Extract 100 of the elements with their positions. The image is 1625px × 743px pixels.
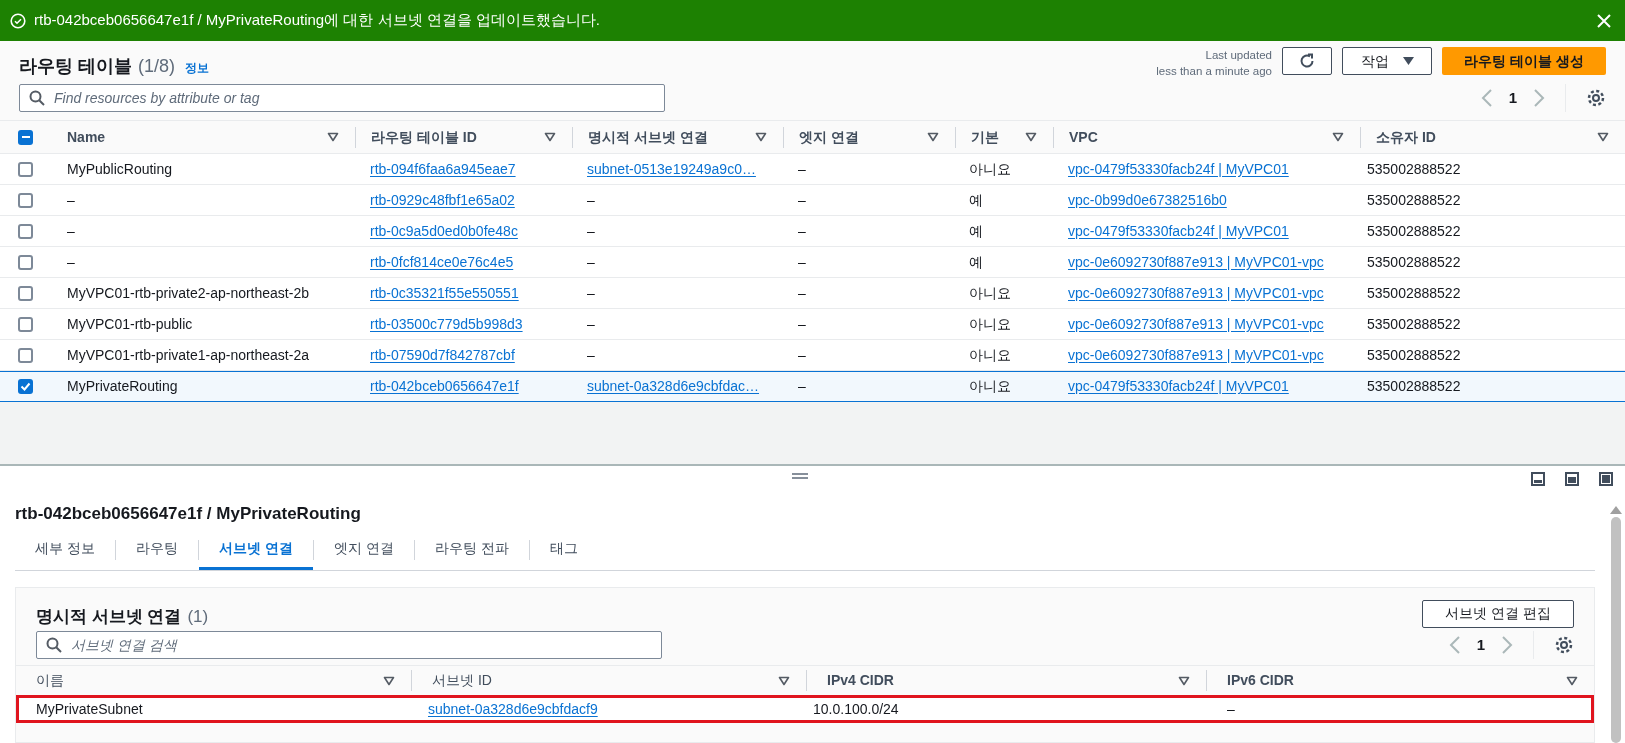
page-number[interactable]: 1	[1504, 86, 1521, 110]
row-checkbox[interactable]	[18, 347, 33, 363]
table-cell-text: –	[797, 283, 807, 303]
table-cell-text: –	[797, 221, 807, 241]
page-number[interactable]: 1	[1472, 633, 1489, 657]
column-header: 엣지 연결	[799, 127, 860, 147]
column-header: 명시적 서브넷 연결	[588, 127, 709, 147]
success-icon	[10, 12, 26, 29]
sort-caret-icon[interactable]	[383, 675, 395, 686]
table-cell-text: –	[797, 377, 807, 396]
sort-caret-icon[interactable]	[327, 132, 339, 142]
column-header: VPC	[1069, 127, 1099, 147]
resource-link[interactable]: rtb-03500c779d5b998d3	[370, 315, 523, 332]
resource-link[interactable]: subnet-0513e19249a9c0…	[587, 160, 756, 177]
sort-caret-icon[interactable]	[1566, 675, 1578, 686]
resource-link[interactable]: rtb-0929c48fbf1e65a02	[370, 191, 515, 208]
table-cell-text: –	[797, 190, 807, 210]
table-row[interactable]: MyVPC01-rtb-public rtb-03500c779d5b998d3 – – 아니요 vpc-0e6092730f887e913 | MyVPC01-vpc 535002888522	[0, 309, 1625, 340]
actions-button[interactable]: 작업	[1342, 47, 1432, 75]
table-cell-text: 예	[968, 252, 984, 272]
column-header: IPv4 CIDR	[827, 671, 895, 690]
resource-link[interactable]: subnet-0a328d6e9cbfdac…	[587, 378, 760, 394]
row-checkbox[interactable]	[18, 316, 33, 332]
table-row[interactable]: MyVPC01-rtb-private2-ap-northeast-2b rtb-0c35321f55e550551 – – 아니요 vpc-0e6092730f887e913 | MyVPC01-vpc 535002888522	[0, 278, 1625, 309]
column-header: 기본	[971, 127, 1000, 147]
table-cell-text: –	[66, 190, 76, 210]
table-cell: –	[587, 222, 595, 239]
sort-caret-icon[interactable]	[1178, 675, 1190, 686]
sort-caret-icon[interactable]	[544, 132, 556, 142]
resource-link[interactable]: vpc-0479f53330facb24f | MyVPC01	[1068, 222, 1289, 239]
panel-layout-icon[interactable]	[1565, 472, 1579, 486]
detail-tab[interactable]: 태그	[529, 530, 598, 570]
sort-caret-icon[interactable]	[778, 675, 790, 686]
detail-tab[interactable]: 라우팅 전파	[414, 530, 529, 570]
scroll-up-arrow-icon[interactable]	[1610, 506, 1622, 514]
panel-layout-icon[interactable]	[1599, 472, 1613, 486]
resource-link[interactable]: vpc-0e6092730f887e913 | MyVPC01-vpc	[1068, 284, 1324, 301]
table-row[interactable]: – rtb-0c9a5d0ed0b0fe48c – – 예 vpc-0479f53330facb24f | MyVPC01 535002888522	[0, 216, 1625, 247]
table-row[interactable]: – rtb-0929c48fbf1e65a02 – – 예 vpc-0b99d0e67382516b0 535002888522	[0, 185, 1625, 216]
resource-link[interactable]: vpc-0479f53330facb24f | MyVPC01	[1068, 378, 1289, 394]
table-cell-text: 10.0.100.0/24	[812, 699, 900, 719]
resize-handle-icon[interactable]	[792, 473, 808, 479]
table-cell-text: 예	[968, 221, 984, 241]
row-checkbox[interactable]	[18, 254, 33, 270]
resource-link[interactable]: rtb-042bceb0656647e1f	[370, 378, 519, 394]
settings-icon[interactable]	[1586, 88, 1606, 108]
table-cell-text: –	[797, 159, 807, 179]
row-checkbox[interactable]	[18, 285, 33, 301]
table-cell: –	[587, 346, 595, 363]
resource-link[interactable]: rtb-0fcf814ce0e76c4e5	[370, 253, 514, 270]
resource-link[interactable]: rtb-0c9a5d0ed0b0fe48c	[370, 222, 518, 239]
select-all-checkbox[interactable]	[18, 129, 33, 145]
search-field[interactable]: 서브넷 연결 검색	[36, 631, 662, 659]
sort-caret-icon[interactable]	[1332, 132, 1344, 142]
resource-link[interactable]: rtb-07590d7f842787cbf	[370, 346, 515, 363]
resource-link[interactable]: rtb-094f6faa6a945eae7	[370, 160, 516, 177]
resource-link[interactable]: vpc-0b99d0e67382516b0	[1068, 191, 1227, 208]
table-cell-text: –	[1226, 699, 1236, 719]
table-cell-text: 아니요	[968, 159, 1012, 179]
edit-subnet-associations-button[interactable]: 서브넷 연결 편집	[1422, 599, 1574, 628]
search-field[interactable]: Find resources by attribute or tag	[19, 84, 665, 112]
table-row[interactable]: – rtb-0fcf814ce0e76c4e5 – – 예 vpc-0e6092730f887e913 | MyVPC01-vpc 535002888522	[0, 247, 1625, 278]
create-route-table-button[interactable]: 라우팅 테이블 생성	[1442, 47, 1606, 75]
row-checkbox[interactable]	[18, 223, 33, 239]
row-checkbox[interactable]	[18, 161, 33, 177]
table-cell: –	[587, 315, 595, 332]
sort-caret-icon[interactable]	[927, 132, 939, 142]
column-header: 소유자 ID	[1376, 127, 1437, 147]
card-title: 명시적 서브넷 연결	[36, 605, 182, 628]
table-row[interactable]: MyPrivateRouting rtb-042bceb0656647e1f subnet-0a328d6e9cbfdac… – 아니요 vpc-0479f53330facb24f | MyVPC01 535002888522	[0, 371, 1625, 402]
resource-link[interactable]: subnet-0a328d6e9cbfdacf9	[428, 700, 598, 717]
table-cell: –	[587, 284, 595, 301]
row-checkbox[interactable]	[18, 379, 33, 394]
detail-tab[interactable]: 엣지 연결	[313, 530, 414, 570]
resource-link[interactable]: vpc-0e6092730f887e913 | MyVPC01-vpc	[1068, 346, 1324, 363]
resource-link[interactable]: rtb-0c35321f55e550551	[370, 284, 519, 301]
panel-layout-icon[interactable]	[1531, 472, 1545, 486]
table-cell-text: 535002888522	[1366, 377, 1462, 396]
table-cell-text: –	[66, 252, 76, 272]
table-cell-text: 아니요	[968, 345, 1012, 365]
row-checkbox[interactable]	[18, 192, 33, 208]
sort-caret-icon[interactable]	[1597, 132, 1609, 142]
info-link[interactable]: 정보	[185, 59, 210, 77]
column-header: 서브넷 ID	[432, 671, 493, 690]
table-cell-text: –	[797, 314, 807, 334]
sort-caret-icon[interactable]	[1025, 132, 1037, 142]
detail-tab[interactable]: 세부 정보	[15, 530, 115, 570]
table-row[interactable]: MyPublicRouting rtb-094f6faa6a945eae7 subnet-0513e19249a9c0… – 아니요 vpc-0479f53330facb24f | MyVPC01 535002888522	[0, 154, 1625, 185]
table-cell: –	[587, 253, 595, 270]
table-cell-text: 535002888522	[1366, 159, 1462, 179]
sort-caret-icon[interactable]	[755, 132, 767, 142]
settings-icon[interactable]	[1554, 635, 1574, 655]
close-icon[interactable]	[1597, 13, 1611, 28]
resource-link[interactable]: vpc-0e6092730f887e913 | MyVPC01-vpc	[1068, 253, 1324, 270]
scrollbar[interactable]	[1609, 506, 1623, 743]
resource-link[interactable]: vpc-0479f53330facb24f | MyVPC01	[1068, 160, 1289, 177]
detail-tab[interactable]: 서브넷 연결	[198, 530, 313, 570]
detail-tab[interactable]: 라우팅	[115, 530, 198, 570]
resource-link[interactable]: vpc-0e6092730f887e913 | MyVPC01-vpc	[1068, 315, 1324, 332]
refresh-button[interactable]	[1282, 47, 1332, 75]
